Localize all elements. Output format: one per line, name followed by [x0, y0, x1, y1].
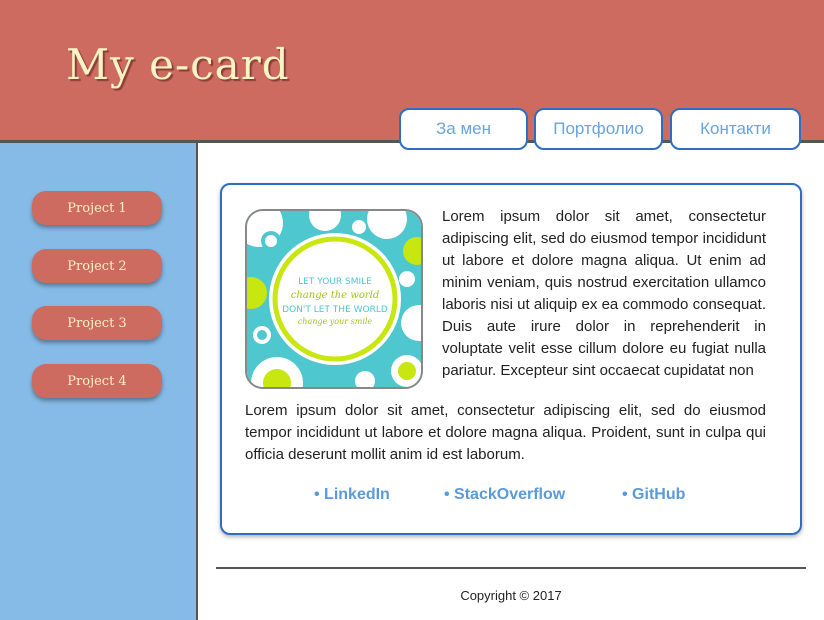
- site-title: My e-card: [66, 40, 290, 89]
- footer-divider: [216, 567, 806, 569]
- image-text-line-2: change the world: [291, 290, 379, 301]
- sidebar-item-project-4[interactable]: Project 4: [32, 364, 162, 398]
- sidebar-item-project-1[interactable]: Project 1: [32, 191, 162, 225]
- card-paragraph-full: Lorem ipsum dolor sit amet, consectetur …: [245, 402, 766, 463]
- sidebar-item-project-2[interactable]: Project 2: [32, 249, 162, 283]
- stackoverflow-link[interactable]: • StackOverflow: [444, 486, 565, 504]
- smile-quote-image: LET YOUR SMILE change the world DON'T LE…: [245, 209, 423, 389]
- card-paragraph-wrap: Lorem ipsum dolor sit amet, consectetur …: [442, 208, 766, 379]
- tab-portfolio[interactable]: Портфолио: [534, 108, 663, 150]
- tab-contacts[interactable]: Контакти: [670, 108, 801, 150]
- github-link[interactable]: • GitHub: [622, 486, 685, 504]
- image-text-line-3: DON'T LET THE WORLD: [282, 305, 388, 315]
- image-text-line-1: LET YOUR SMILE: [298, 277, 372, 287]
- social-links: • LinkedIn • StackOverflow • GitHub: [220, 486, 802, 510]
- linkedin-link[interactable]: • LinkedIn: [314, 486, 390, 504]
- copyright-text: Copyright © 2017: [460, 588, 562, 603]
- sidebar-divider: [196, 143, 198, 620]
- tab-about[interactable]: За мен: [399, 108, 528, 150]
- sidebar-item-project-3[interactable]: Project 3: [32, 306, 162, 340]
- image-text-line-4: change your smile: [298, 317, 373, 326]
